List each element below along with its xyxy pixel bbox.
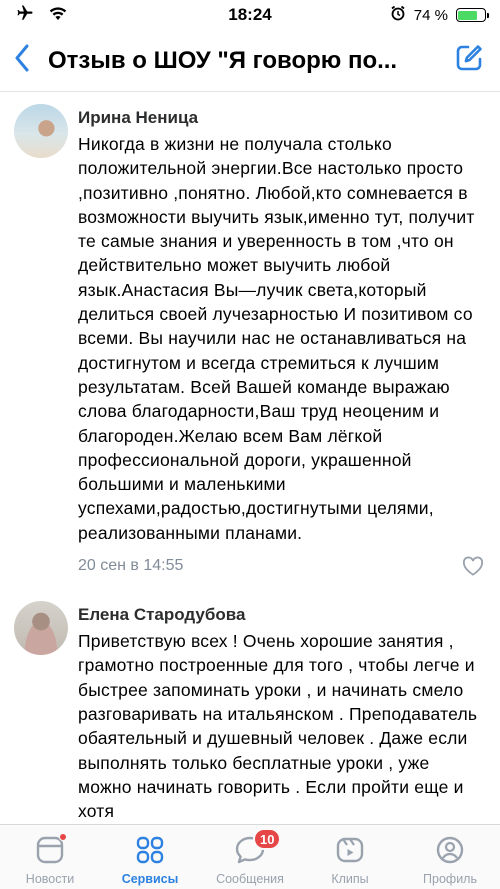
comments-list[interactable]: Ирина Неница Никогда в жизни не получала…: [0, 92, 500, 824]
clips-icon: [333, 833, 367, 867]
back-button[interactable]: [14, 41, 42, 81]
comment-text: Приветствую всех ! Очень хорошие занятия…: [78, 631, 478, 822]
tab-profile[interactable]: Профиль: [400, 825, 500, 889]
back-chevron-icon: [14, 44, 30, 77]
status-bar: 18:24 74 %: [0, 0, 500, 30]
tab-news[interactable]: Новости: [0, 825, 100, 889]
profile-icon: [433, 833, 467, 867]
battery-percent: 74 %: [413, 6, 448, 24]
battery-level: [458, 10, 477, 20]
tab-services[interactable]: Сервисы: [100, 825, 200, 889]
comment-item: Елена Стародубова Приветствую всех ! Оче…: [0, 579, 500, 823]
tab-label: Клипы: [331, 872, 369, 886]
avatar[interactable]: [14, 601, 68, 656]
comment-date: 20 сен в 14:55: [78, 557, 184, 575]
comment-text: Никогда в жизни не получала столько поло…: [78, 134, 475, 543]
notification-dot: [59, 833, 67, 841]
tab-bar: Новости Сервисы 10 Сообщения Клипы Профи…: [0, 824, 500, 889]
comment-item: Ирина Неница Никогда в жизни не получала…: [0, 92, 500, 579]
wifi-icon: [48, 5, 68, 26]
comment-author[interactable]: Елена Стародубова: [78, 603, 486, 627]
like-button[interactable]: [460, 553, 486, 579]
edit-button[interactable]: [452, 44, 486, 78]
tab-label: Сервисы: [121, 872, 179, 886]
services-icon: [133, 833, 167, 867]
unread-badge: 10: [253, 828, 282, 850]
heart-icon: [462, 556, 484, 576]
battery-icon: [455, 8, 489, 22]
tab-label: Сообщения: [216, 872, 284, 886]
page-title: Отзыв о ШОУ "Я говорю по...: [48, 46, 398, 74]
tab-label: Новости: [25, 872, 75, 886]
comment-author[interactable]: Ирина Неница: [78, 106, 486, 130]
airplane-icon: [14, 4, 36, 27]
news-icon: [33, 833, 67, 867]
messages-icon: 10: [233, 828, 282, 867]
alarm-icon: [390, 5, 406, 25]
avatar[interactable]: [14, 104, 68, 158]
header: Отзыв о ШОУ "Я говорю по...: [0, 30, 500, 92]
status-time: 18:24: [228, 5, 272, 24]
edit-icon: [454, 43, 484, 78]
tab-label: Профиль: [423, 872, 477, 886]
tab-messages[interactable]: 10 Сообщения: [200, 825, 300, 889]
tab-clips[interactable]: Клипы: [300, 825, 400, 889]
